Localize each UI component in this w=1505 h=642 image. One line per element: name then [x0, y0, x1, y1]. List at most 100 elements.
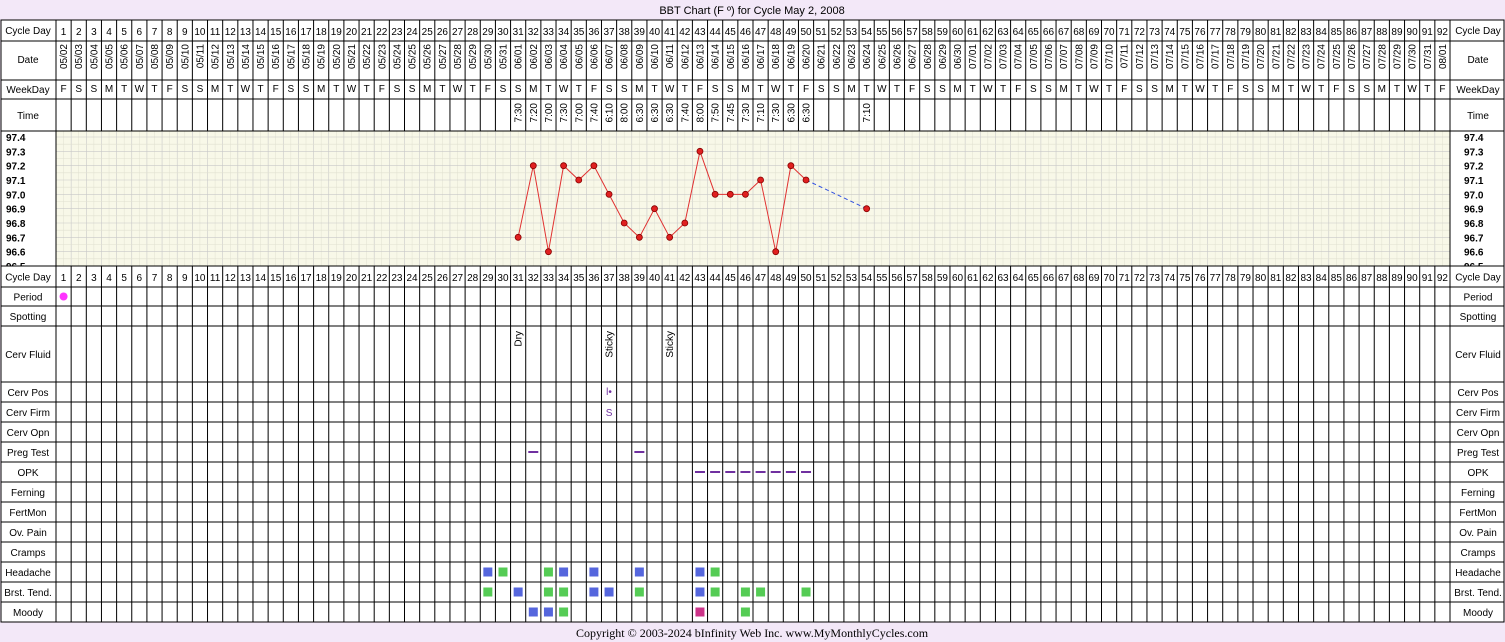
- cycle-day-label-left: Cycle Day: [5, 273, 51, 284]
- y-tick-label-right: 97.4: [1464, 133, 1484, 144]
- cycle-day-number: 52: [831, 273, 843, 284]
- weekday-letter: S: [515, 84, 522, 95]
- cycle-day-number: 58: [922, 27, 934, 38]
- time-label: 6:30: [665, 103, 676, 123]
- headache-marker: [710, 567, 720, 577]
- time-label: 7:30: [514, 103, 525, 123]
- cycle-day-number: 22: [376, 27, 388, 38]
- weekday-letter: F: [273, 84, 279, 95]
- date-label: 07/14: [1165, 44, 1176, 69]
- temperature-point: [620, 219, 628, 227]
- cycle-day-number: 87: [1361, 273, 1373, 284]
- weekday-letter: F: [167, 84, 173, 95]
- headache-label-right: Headache: [1455, 568, 1501, 579]
- date-label: 06/04: [559, 44, 570, 69]
- moody-marker: [740, 607, 750, 617]
- date-label: 06/19: [786, 44, 797, 69]
- date-label: 05/28: [453, 44, 464, 69]
- weekday-letter: M: [635, 84, 643, 95]
- date-label: 06/29: [938, 44, 949, 69]
- y-tick-label-right: 97.1: [1464, 176, 1484, 187]
- date-label: 07/25: [1332, 44, 1343, 69]
- weekday-letter: W: [1407, 84, 1417, 95]
- cerv-opn-label-left: Cerv Opn: [7, 428, 50, 439]
- date-label: 07/03: [999, 44, 1010, 69]
- cycle-day-number: 84: [1316, 27, 1328, 38]
- weekday-letter: S: [727, 84, 734, 95]
- cycle-day-number: 83: [1300, 27, 1312, 38]
- weekday-letter: T: [439, 84, 445, 95]
- weekday-letter: S: [924, 84, 931, 95]
- weekday-letter: S: [712, 84, 719, 95]
- weekday-letter: T: [864, 84, 870, 95]
- cycle-day-number: 26: [437, 273, 449, 284]
- weekday-letter: T: [682, 84, 688, 95]
- cycle-day-number: 55: [876, 273, 888, 284]
- y-tick-label-left: 97.0: [6, 190, 26, 201]
- cycle-day-number: 19: [331, 273, 343, 284]
- cycle-day-number: 40: [649, 273, 661, 284]
- cycle-day-number: 36: [588, 273, 600, 284]
- temperature-point: [696, 147, 704, 155]
- cycle-day-number: 13: [240, 273, 252, 284]
- date-label: 05/15: [256, 44, 267, 69]
- weekday-letter: T: [545, 84, 551, 95]
- period-marker: [59, 292, 68, 301]
- date-label: 05/06: [120, 44, 131, 69]
- weekday-letter: T: [121, 84, 127, 95]
- ov-pain-label-left: Ov. Pain: [9, 528, 47, 539]
- cycle-day-number: 68: [1073, 273, 1085, 284]
- date-label: 07/16: [1195, 44, 1206, 69]
- temperature-point: [742, 190, 749, 198]
- weekday-letter: S: [1242, 84, 1249, 95]
- temperature-point: [635, 233, 643, 241]
- cycle-day-number: 34: [558, 273, 570, 284]
- date-label: 07/11: [1120, 44, 1131, 69]
- y-tick-label-left: 96.6: [6, 248, 26, 259]
- time-label: 7:30: [559, 103, 570, 123]
- cycle-day-number: 74: [1164, 27, 1176, 38]
- weekday-letter: F: [591, 84, 597, 95]
- date-label: 07/04: [1014, 44, 1025, 69]
- cycle-day-number: 89: [1391, 27, 1403, 38]
- cycle-day-label-right: Cycle Day: [1455, 26, 1501, 37]
- cycle-day-number: 27: [452, 27, 464, 38]
- weekday-letter: S: [394, 84, 401, 95]
- cycle-day-number: 83: [1300, 273, 1312, 284]
- date-label: 07/18: [1226, 44, 1237, 69]
- cycle-day-number: 10: [194, 27, 206, 38]
- cycle-day-number: 12: [225, 27, 237, 38]
- cycle-day-number: 64: [1013, 273, 1025, 284]
- cycle-day-number: 68: [1073, 27, 1085, 38]
- cycle-day-number: 52: [831, 27, 843, 38]
- cycle-day-number: 4: [106, 273, 112, 284]
- time-label: 7:30: [741, 103, 752, 123]
- cycle-day-number: 9: [182, 27, 188, 38]
- cramps-label-right: Cramps: [1460, 548, 1495, 559]
- cycle-day-number: 80: [1255, 273, 1267, 284]
- cycle-day-number: 12: [225, 273, 237, 284]
- cycle-day-number: 90: [1407, 273, 1419, 284]
- brst-tend-marker: [695, 587, 705, 597]
- date-label: 07/30: [1408, 44, 1419, 69]
- weekday-letter: T: [1394, 84, 1400, 95]
- weekday-letter: M: [953, 84, 961, 95]
- weekday-letter: F: [485, 84, 491, 95]
- weekday-letter: M: [105, 84, 113, 95]
- weekday-letter: T: [151, 84, 157, 95]
- cycle-day-number: 72: [1134, 273, 1146, 284]
- weekday-letter: T: [1000, 84, 1006, 95]
- brst-tend-marker: [634, 587, 644, 597]
- cycle-day-number: 35: [573, 273, 585, 284]
- cycle-day-number: 81: [1270, 27, 1282, 38]
- cycle-day-number: 62: [982, 27, 994, 38]
- brst-tend-marker: [559, 587, 569, 597]
- y-tick-label-left: 96.7: [6, 233, 26, 244]
- cycle-day-number: 67: [1058, 273, 1070, 284]
- cycle-day-number: 41: [664, 27, 676, 38]
- cycle-day-number: 33: [543, 273, 555, 284]
- date-label: 05/22: [362, 44, 373, 69]
- weekday-letter: T: [1182, 84, 1188, 95]
- date-label: 05/05: [105, 44, 116, 69]
- date-label: 05/24: [392, 44, 403, 69]
